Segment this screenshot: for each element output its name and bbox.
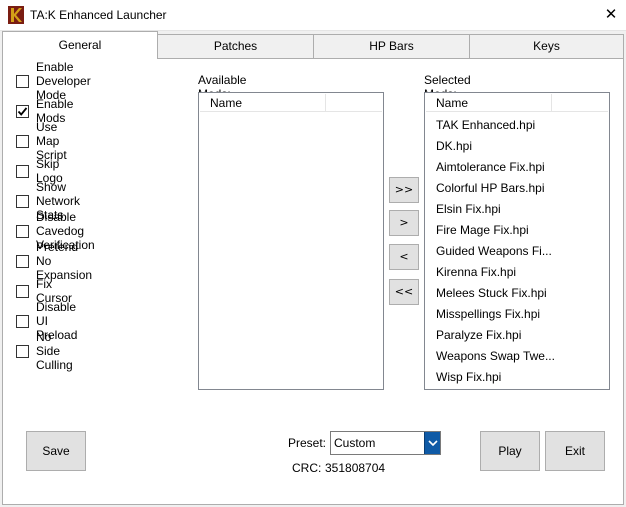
list-item[interactable]: Elsin Fix.hpi [436, 199, 501, 220]
preset-value: Custom [334, 436, 376, 450]
list-item[interactable]: Fire Mage Fix.hpi [436, 220, 529, 241]
tab-patches[interactable]: Patches [157, 34, 314, 58]
list-item[interactable]: Kirenna Fix.hpi [436, 262, 516, 283]
option-label: Use Map Script [36, 120, 67, 162]
checkbox[interactable] [16, 284, 29, 298]
option-disable-cavedog-verification[interactable]: Disable Cavedog Verification [16, 210, 95, 252]
exit-button[interactable]: Exit [545, 431, 605, 471]
close-icon: ✕ [604, 6, 618, 23]
option-label: Pretend No Expansion [36, 240, 93, 282]
play-button[interactable]: Play [480, 431, 540, 471]
tab-hp-bars[interactable]: HP Bars [313, 34, 470, 58]
tak-logo-icon [8, 6, 24, 24]
checkbox[interactable] [16, 164, 29, 178]
option-fix-cursor[interactable]: Fix Cursor [16, 277, 72, 305]
remove-all-button[interactable]: << [389, 279, 419, 305]
checkbox[interactable] [16, 314, 29, 328]
list-item[interactable]: TAK Enhanced.hpi [436, 115, 535, 136]
checkbox[interactable] [16, 74, 29, 88]
checkbox[interactable] [16, 134, 29, 148]
column-header-name[interactable]: Name [200, 94, 326, 112]
list-item[interactable]: Guided Weapons Fi... [436, 241, 552, 262]
checkbox[interactable] [16, 224, 29, 238]
tab-label: Keys [533, 39, 560, 53]
list-item[interactable]: Melees Stuck Fix.hpi [436, 283, 547, 304]
title-bar: TA:K Enhanced Launcher ✕ [0, 0, 626, 31]
tab-label: Patches [213, 39, 258, 53]
list-item[interactable]: Aimtolerance Fix.hpi [436, 157, 545, 178]
selected-mods-list[interactable]: Name TAK Enhanced.hpi DK.hpi Aimtoleranc… [424, 92, 610, 390]
crc-label: CRC: [292, 461, 322, 475]
checkbox[interactable] [16, 254, 29, 268]
option-disable-ui-preload[interactable]: Disable UI Preload [16, 300, 77, 342]
window-title: TA:K Enhanced Launcher [30, 8, 167, 22]
tab-general[interactable]: General [2, 31, 158, 59]
checkbox[interactable] [16, 344, 29, 358]
column-header-name[interactable]: Name [426, 94, 552, 112]
preset-select[interactable]: Custom [330, 431, 441, 455]
add-all-button[interactable]: >> [389, 177, 419, 203]
available-mods-list[interactable]: Name [198, 92, 384, 390]
option-enable-developer-mode[interactable]: Enable Developer Mode [16, 60, 91, 102]
option-enable-mods[interactable]: Enable Mods [16, 97, 73, 125]
remove-button[interactable]: < [389, 244, 419, 270]
tab-label: HP Bars [369, 39, 414, 53]
list-item[interactable]: Colorful HP Bars.hpi [436, 178, 545, 199]
list-header: Name [200, 94, 382, 112]
close-button[interactable]: ✕ [596, 0, 626, 30]
option-pretend-no-expansion[interactable]: Pretend No Expansion [16, 240, 92, 282]
crc-value: 351808704 [325, 461, 386, 475]
option-skip-logo[interactable]: Skip Logo [16, 157, 63, 185]
checkbox[interactable] [16, 104, 29, 118]
option-use-map-script[interactable]: Use Map Script [16, 120, 67, 162]
list-item[interactable]: DK.hpi [436, 136, 472, 157]
option-no-side-culling[interactable]: No Side Culling [16, 330, 73, 372]
list-item[interactable]: Wisp Fix.hpi [436, 367, 501, 388]
list-item[interactable]: Weapons Swap Twe... [436, 346, 555, 367]
checkbox[interactable] [16, 194, 29, 208]
list-item[interactable]: Paralyze Fix.hpi [436, 325, 521, 346]
preset-label: Preset: [288, 436, 327, 450]
list-header: Name [426, 94, 608, 112]
option-show-network-stats[interactable]: Show Network Stats [16, 180, 80, 222]
option-label: No Side Culling [36, 330, 73, 372]
tab-keys[interactable]: Keys [469, 34, 624, 58]
option-label: Enable Developer Mode [36, 60, 91, 102]
add-button[interactable]: > [389, 210, 419, 236]
tab-label: General [58, 38, 102, 52]
checkmark-icon [17, 106, 28, 116]
chevron-down-icon[interactable] [424, 432, 440, 454]
list-item[interactable]: Misspellings Fix.hpi [436, 304, 540, 325]
save-button[interactable]: Save [26, 431, 86, 471]
